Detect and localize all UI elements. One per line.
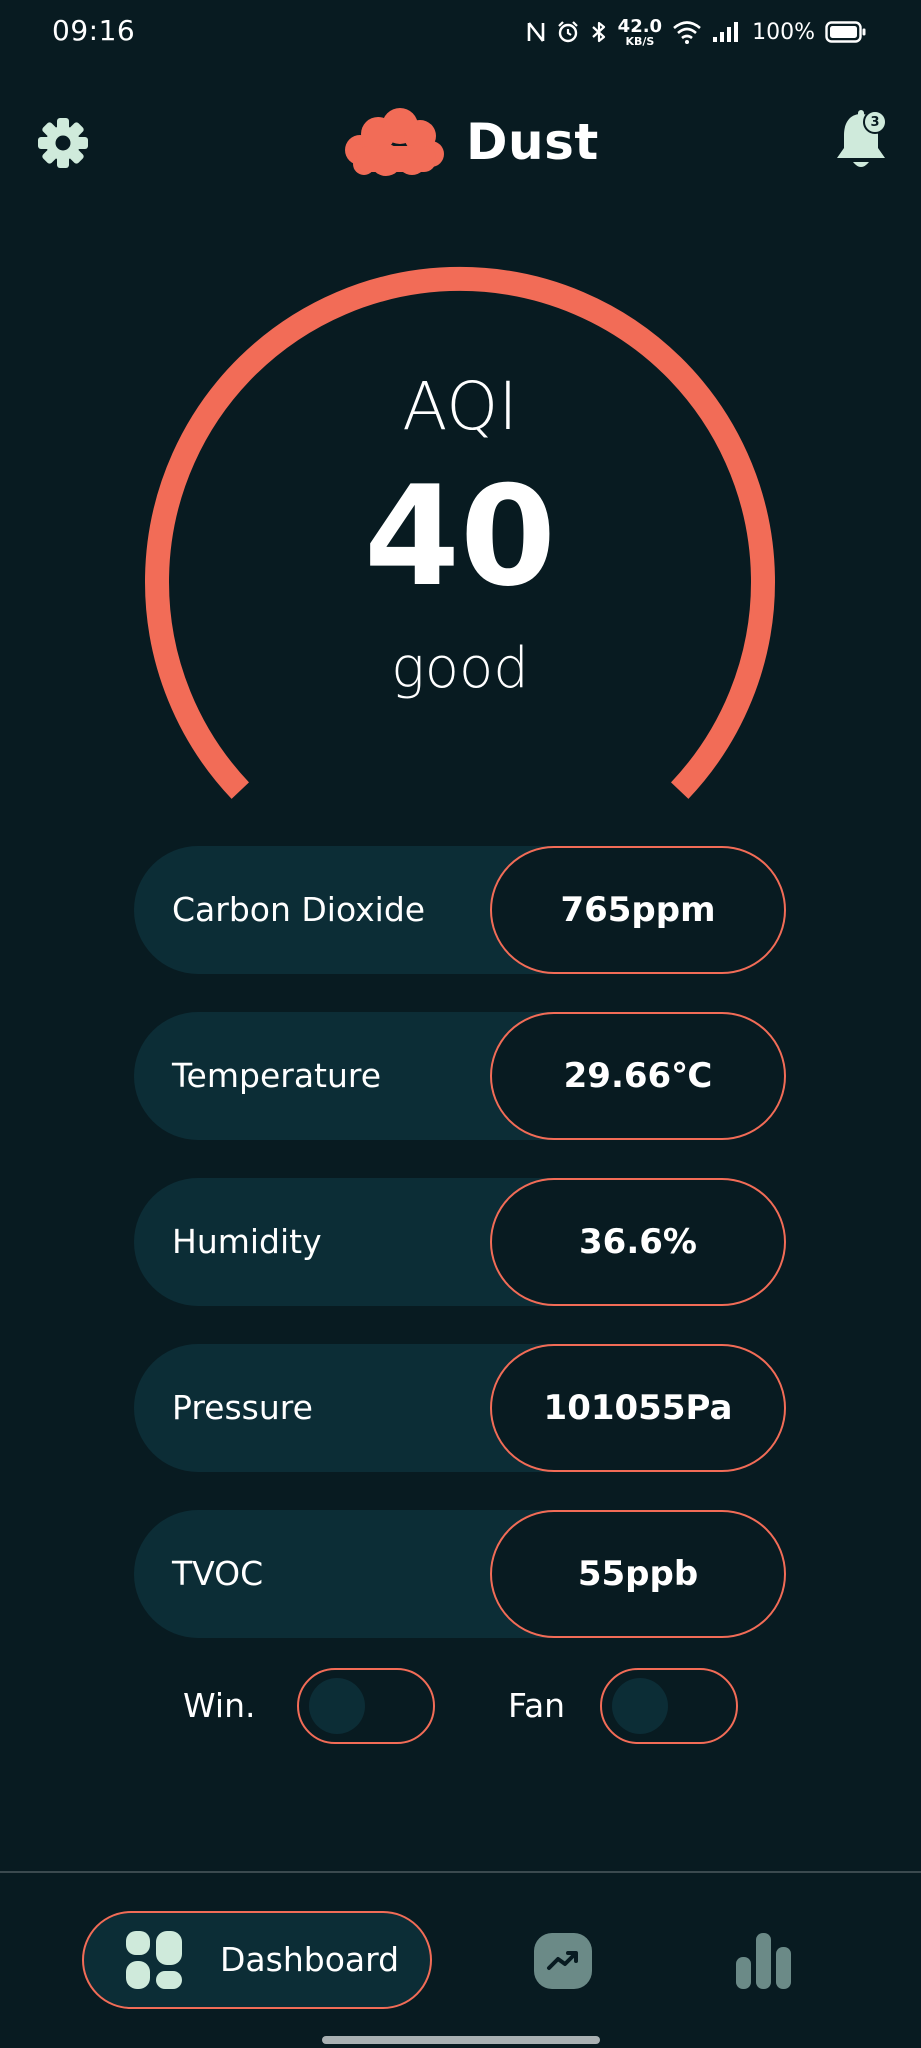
metric-label: Humidity [172, 1222, 322, 1261]
metric-temperature: Temperature 29.66℃ [134, 1012, 786, 1140]
metric-value: 765ppm [490, 846, 786, 974]
signal-icon [713, 22, 739, 42]
battery-percentage: 100% [752, 19, 815, 45]
metric-value: 101055Pa [490, 1344, 786, 1472]
metric-value: 55ppb [490, 1510, 786, 1638]
bluetooth-icon [591, 21, 605, 43]
gear-icon [38, 118, 88, 168]
device-toggles: Win. Fan [0, 1666, 921, 1746]
window-toggle[interactable] [297, 1668, 435, 1744]
aqi-gauge: AQI 40 good [140, 248, 780, 808]
status-icons: 42.0 KB/S 100% [526, 12, 867, 52]
trending-up-icon [534, 1933, 592, 1989]
nav-dashboard-tab[interactable]: Dashboard [82, 1911, 432, 2009]
network-speed-unit: KB/S [625, 34, 655, 48]
metric-humidity: Humidity 36.6% [134, 1178, 786, 1306]
aqi-label: AQI [402, 368, 518, 445]
aqi-status: good [391, 636, 529, 701]
status-time: 09:16 [52, 14, 136, 47]
fan-toggle[interactable] [600, 1668, 738, 1744]
settings-button[interactable] [34, 114, 92, 172]
window-toggle-label: Win. [183, 1686, 256, 1725]
aqi-value: 40 [363, 456, 557, 617]
app-header: Dust 3 [0, 96, 921, 186]
metric-pressure: Pressure 101055Pa [134, 1344, 786, 1472]
cloud-logo-icon [345, 108, 444, 176]
metric-tvoc: TVOC 55ppb [134, 1510, 786, 1638]
metric-label: Pressure [172, 1388, 313, 1427]
nfc-icon [527, 22, 544, 42]
battery-icon [825, 21, 866, 43]
home-indicator [322, 2036, 600, 2044]
dust-dashboard-screen: 09:16 42.0 KB/S 100% Dust 3 AQI 40 good … [0, 0, 921, 2048]
dashboard-icon [126, 1931, 182, 1989]
metric-label: Temperature [172, 1056, 382, 1095]
fan-toggle-knob [612, 1678, 668, 1734]
bar-chart-icon [736, 1933, 791, 1989]
notification-badge: 3 [863, 110, 887, 134]
status-bar: 09:16 42.0 KB/S 100% [0, 0, 921, 64]
fan-toggle-label: Fan [508, 1686, 566, 1725]
alarm-icon [557, 21, 578, 43]
metrics-list: Carbon Dioxide 765ppm Temperature 29.66℃… [134, 846, 786, 1676]
metric-label: Carbon Dioxide [172, 890, 426, 929]
window-toggle-knob [309, 1678, 365, 1734]
nav-dashboard-label: Dashboard [220, 1940, 400, 1979]
notifications-button[interactable]: 3 [831, 108, 891, 174]
metric-value: 29.66℃ [490, 1012, 786, 1140]
metric-label: TVOC [172, 1554, 264, 1593]
app-title: Dust [466, 113, 599, 171]
nav-stats-tab[interactable] [734, 1933, 794, 1989]
metric-carbon-dioxide: Carbon Dioxide 765ppm [134, 846, 786, 974]
network-speed: 42.0 KB/S [617, 15, 663, 48]
app-brand: Dust [342, 102, 599, 182]
network-speed-value: 42.0 [617, 15, 663, 37]
bottom-navigation: Dashboard [0, 1873, 921, 2048]
metric-value: 36.6% [490, 1178, 786, 1306]
nav-trends-tab[interactable] [534, 1933, 592, 1989]
wifi-icon [673, 21, 701, 44]
